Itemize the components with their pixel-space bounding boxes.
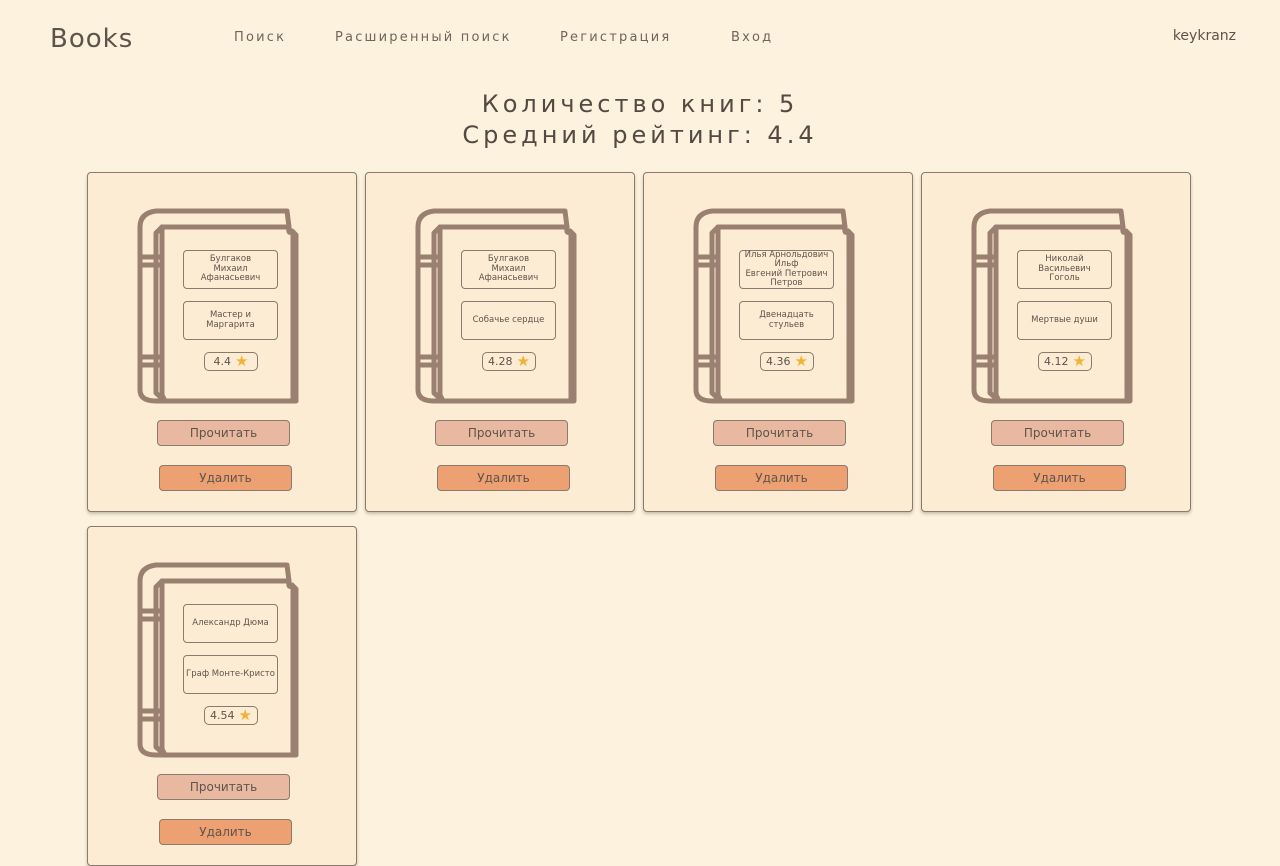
rating-value: 4.36	[766, 355, 791, 368]
nav-link-register[interactable]: Регистрация	[560, 30, 671, 45]
top-navbar: Books Поиск Расширенный поиск Регистраци…	[0, 0, 1280, 80]
nav-link-login[interactable]: Вход	[731, 30, 773, 45]
book-author: Александр Дюма	[183, 604, 278, 643]
site-logo[interactable]: Books	[50, 24, 133, 54]
book-title: Мертвые души	[1017, 301, 1112, 340]
book-count: Количество книг: 5	[481, 90, 799, 118]
rating-value: 4.12	[1044, 355, 1069, 368]
book-card: Александр Дюма Граф Монте-Кристо 4.54 ★ …	[87, 526, 357, 866]
delete-button[interactable]: Удалить	[437, 465, 570, 491]
star-icon: ★	[238, 706, 252, 724]
book-author: Илья Арнольдович Ильф Евгений Петрович Петр…	[739, 250, 834, 289]
book-rating: 4.4 ★	[204, 352, 258, 371]
average-rating: Средний рейтинг: 4.4	[462, 121, 818, 149]
star-icon: ★	[794, 352, 808, 370]
book-card: Булгаков Михаил Афанасьевич Мастер и Марга…	[87, 172, 357, 512]
star-icon: ★	[516, 352, 530, 370]
read-button[interactable]: Прочитать	[157, 420, 290, 446]
username[interactable]: keykranz	[1173, 28, 1236, 44]
rating-value: 4.28	[488, 355, 513, 368]
read-button[interactable]: Прочитать	[713, 420, 846, 446]
star-icon: ★	[1072, 352, 1086, 370]
book-rating: 4.54 ★	[204, 706, 258, 725]
delete-button[interactable]: Удалить	[159, 465, 292, 491]
book-title: Граф Монте-Кристо	[183, 655, 278, 694]
nav-link-search[interactable]: Поиск	[234, 30, 286, 45]
delete-button[interactable]: Удалить	[159, 819, 292, 845]
book-title: Мастер и Маргарита	[183, 301, 278, 340]
rating-value: 4.54	[210, 709, 235, 722]
delete-button[interactable]: Удалить	[993, 465, 1126, 491]
read-button[interactable]: Прочитать	[157, 774, 290, 800]
book-rating: 4.12 ★	[1038, 352, 1092, 371]
read-button[interactable]: Прочитать	[991, 420, 1124, 446]
star-icon: ★	[235, 352, 249, 370]
read-button[interactable]: Прочитать	[435, 420, 568, 446]
book-card: Николай Васильевич Гоголь Мертвые души 4.…	[921, 172, 1191, 512]
delete-button[interactable]: Удалить	[715, 465, 848, 491]
book-title: Собачье сердце	[461, 301, 556, 340]
book-card: Булгаков Михаил Афанасьевич Собачье сердц…	[365, 172, 635, 512]
book-rating: 4.36 ★	[760, 352, 814, 371]
book-author: Николай Васильевич Гоголь	[1017, 250, 1112, 289]
book-title: Двенадцать стульев	[739, 301, 834, 340]
book-author: Булгаков Михаил Афанасьевич	[461, 250, 556, 289]
rating-value: 4.4	[213, 355, 232, 368]
book-author: Булгаков Михаил Афанасьевич	[183, 250, 278, 289]
nav-link-advanced-search[interactable]: Расширенный поиск	[335, 30, 512, 45]
book-rating: 4.28 ★	[482, 352, 536, 371]
book-card: Илья Арнольдович Ильф Евгений Петрович Петр…	[643, 172, 913, 512]
